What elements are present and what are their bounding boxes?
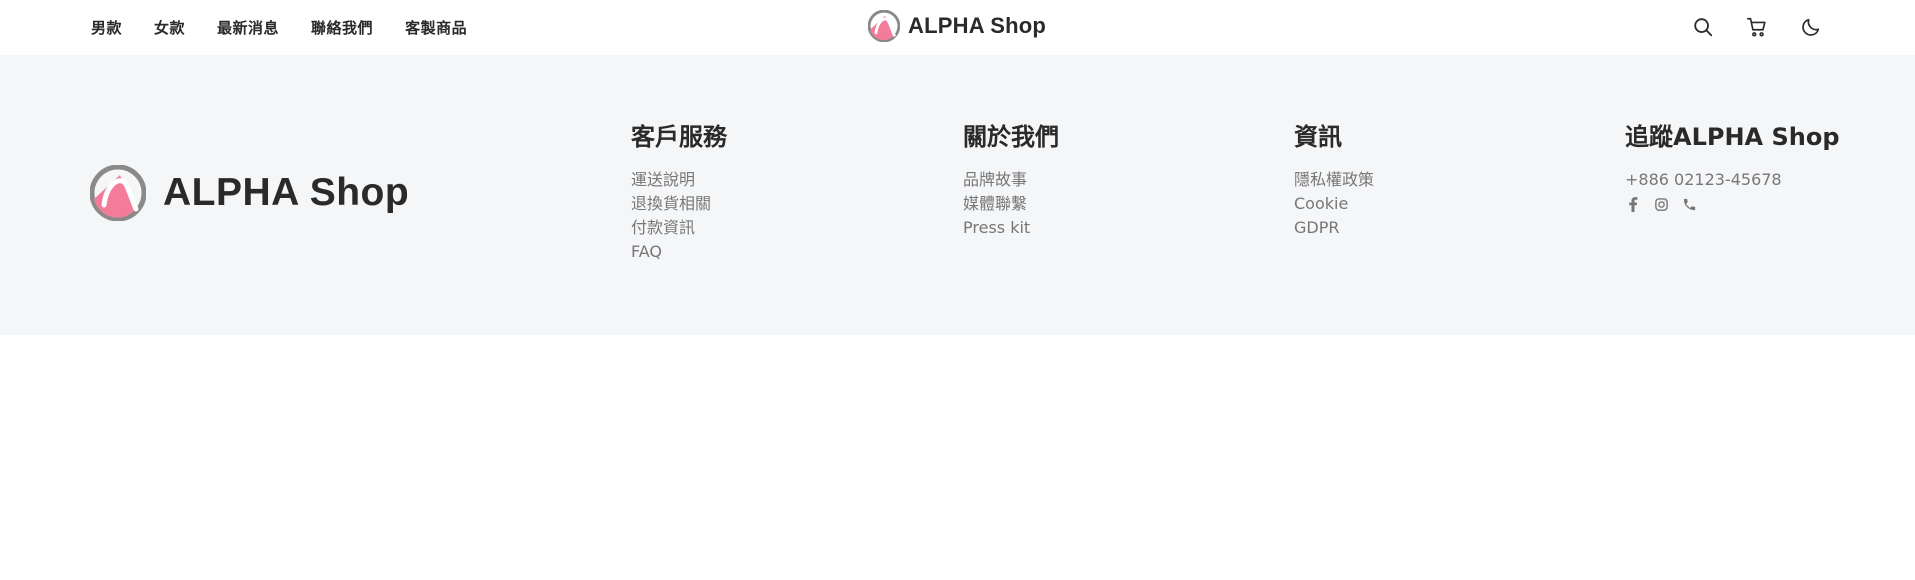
column-title: 追蹤ALPHA Shop xyxy=(1625,123,1840,151)
moon-icon xyxy=(1802,18,1820,36)
nav-item-women[interactable]: 女款 xyxy=(154,17,185,38)
header-actions xyxy=(1690,14,1824,40)
link-returns[interactable]: 退換貨相關 xyxy=(631,194,711,213)
footer-logo[interactable]: ALPHA Shop xyxy=(90,165,409,221)
search-button[interactable] xyxy=(1690,14,1716,40)
link-shipping[interactable]: 運送說明 xyxy=(631,170,695,189)
nav-item-men[interactable]: 男款 xyxy=(91,17,122,38)
column-title: 客戶服務 xyxy=(631,123,727,151)
header-logo[interactable]: ALPHA Shop xyxy=(868,8,1046,44)
link-privacy[interactable]: 隱私權政策 xyxy=(1294,170,1374,189)
column-title: 關於我們 xyxy=(963,123,1059,151)
nav-item-contact[interactable]: 聯絡我們 xyxy=(311,17,373,38)
site-header: 男款 女款 最新消息 聯絡我們 客製商品 ALPHA Shop xyxy=(0,0,1915,55)
main-nav: 男款 女款 最新消息 聯絡我們 客製商品 xyxy=(91,0,499,55)
cart-icon xyxy=(1747,17,1766,37)
alpha-logo-icon xyxy=(868,10,900,42)
link-payment[interactable]: 付款資訊 xyxy=(631,218,695,237)
phone-number-link[interactable]: +886 02123-45678 xyxy=(1625,170,1782,189)
facebook-icon[interactable] xyxy=(1625,196,1641,212)
header-brand-name: ALPHA Shop xyxy=(908,13,1047,38)
alpha-logo-icon xyxy=(90,165,146,221)
column-title: 資訊 xyxy=(1294,123,1342,151)
cart-button[interactable] xyxy=(1744,14,1770,40)
link-brand-story[interactable]: 品牌故事 xyxy=(963,170,1027,189)
footer-brand-name: ALPHA Shop xyxy=(163,171,410,214)
phone-icon[interactable] xyxy=(1681,196,1697,212)
link-media-contact[interactable]: 媒體聯繫 xyxy=(963,194,1027,213)
link-press-kit[interactable]: Press kit xyxy=(963,218,1030,237)
footer-column-customer-service: 客戶服務 運送說明 退換貨相關 付款資訊 FAQ xyxy=(631,122,727,264)
site-footer: ALPHA Shop 客戶服務 運送說明 退換貨相關 付款資訊 FAQ 關於我們… xyxy=(0,55,1915,335)
footer-column-follow: 追蹤ALPHA Shop +886 02123-45678 xyxy=(1625,122,1840,212)
nav-item-news[interactable]: 最新消息 xyxy=(217,17,279,38)
search-icon xyxy=(1694,18,1713,37)
instagram-icon[interactable] xyxy=(1653,196,1669,212)
link-gdpr[interactable]: GDPR xyxy=(1294,218,1339,237)
social-links xyxy=(1625,196,1840,212)
nav-item-custom[interactable]: 客製商品 xyxy=(405,17,467,38)
footer-column-about: 關於我們 品牌故事 媒體聯繫 Press kit xyxy=(963,122,1059,240)
theme-toggle-button[interactable] xyxy=(1798,14,1824,40)
link-cookie[interactable]: Cookie xyxy=(1294,194,1348,213)
link-faq[interactable]: FAQ xyxy=(631,242,662,261)
footer-column-info: 資訊 隱私權政策 Cookie GDPR xyxy=(1294,122,1374,240)
